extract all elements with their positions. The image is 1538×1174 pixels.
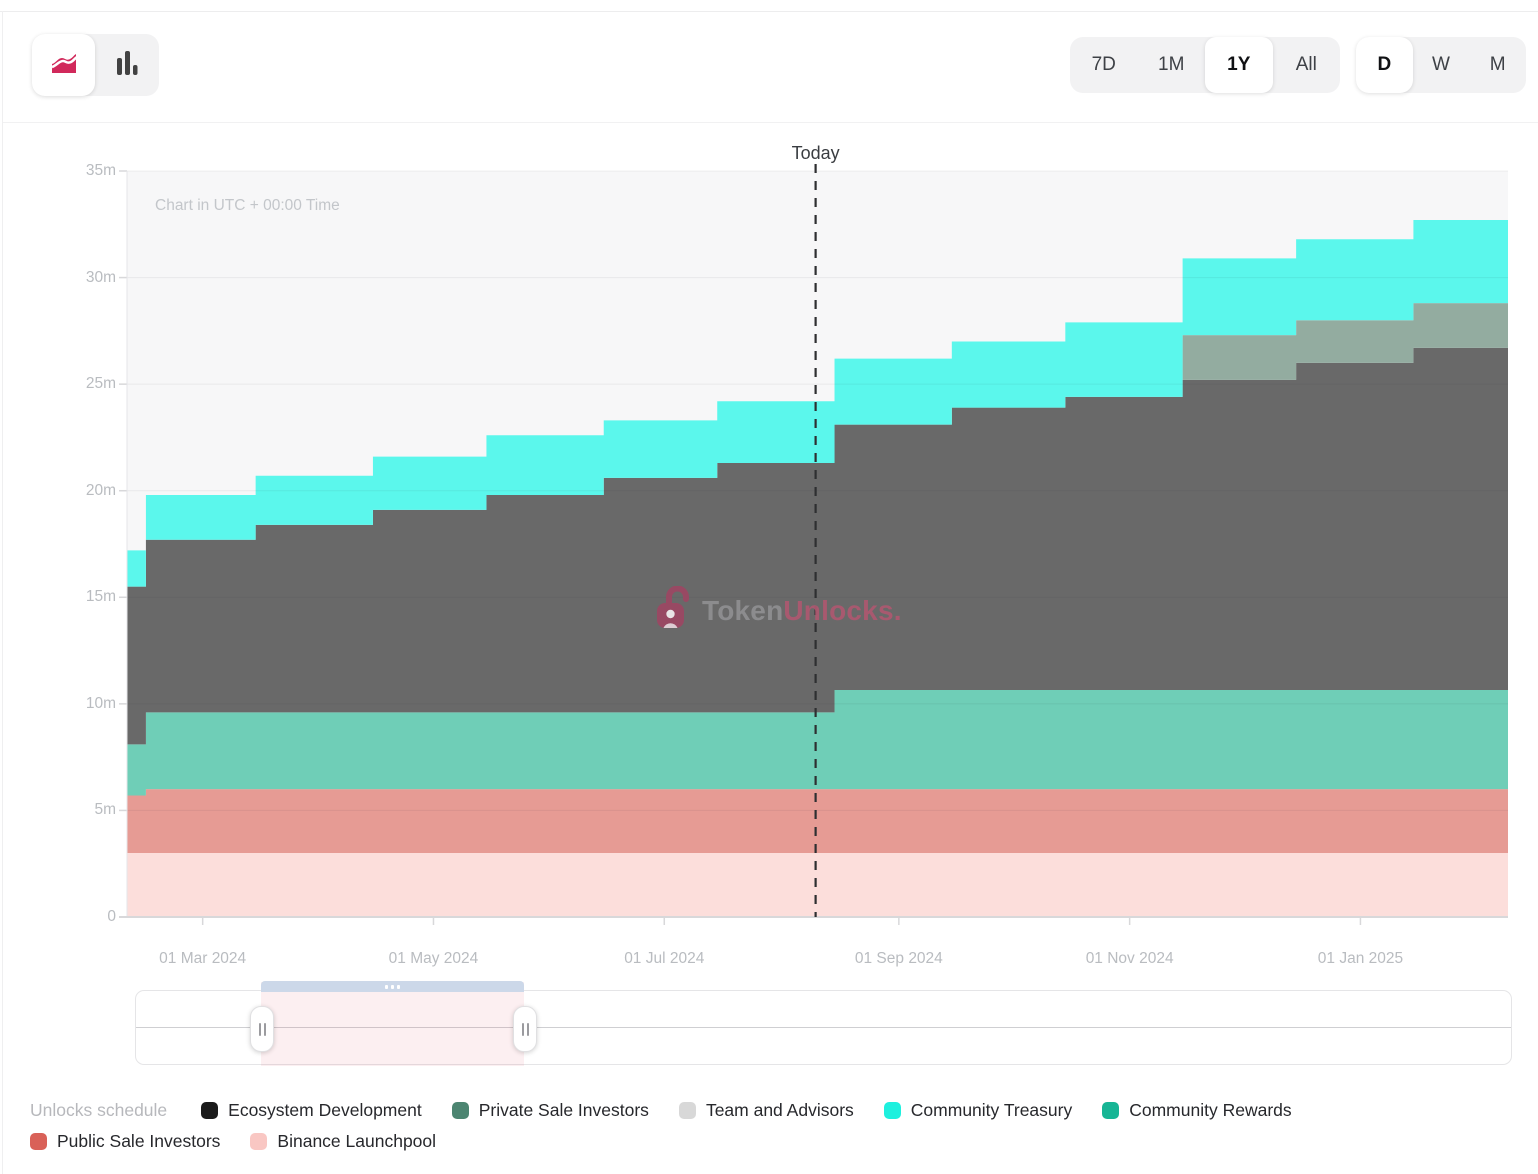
legend-item-private-sale-investors[interactable]: Private Sale Investors [452,1100,649,1121]
y-axis-label: 20m [86,482,116,500]
today-label: Today [792,143,840,164]
legend-swatch [30,1133,47,1150]
navigator-right-handle[interactable] [513,1006,537,1052]
area-series-ecosystem-development [127,348,1508,744]
y-axis-label: 15m [86,588,116,606]
legend-item-binance-launchpool[interactable]: Binance Launchpool [250,1131,436,1152]
legend-swatch [884,1102,901,1119]
legend-swatch [201,1102,218,1119]
token-unlocks-lock-icon [655,586,693,635]
navigator-drag-cap[interactable] [261,981,524,992]
area-series-community-treasury [127,220,1508,587]
legend-item-team-and-advisors[interactable]: Team and Advisors [679,1100,854,1121]
area-series-binance-launchpool [127,853,1508,917]
legend-item-public-sale-investors[interactable]: Public Sale Investors [30,1131,220,1152]
x-axis-label: 01 May 2024 [389,950,479,968]
y-axis-label: 5m [94,801,116,819]
x-axis-label: 01 Jul 2024 [624,950,704,968]
legend-swatch [1102,1102,1119,1119]
y-axis-label: 25m [86,375,116,393]
legend: Unlocks schedule Ecosystem Development Pr… [30,1100,1510,1152]
legend-label: Team and Advisors [706,1100,854,1121]
navigator-left-handle[interactable] [250,1006,274,1052]
legend-item-community-rewards[interactable]: Community Rewards [1102,1100,1291,1121]
utc-timezone-note: Chart in UTC + 00:00 Time [155,197,340,215]
legend-label: Binance Launchpool [277,1131,436,1152]
x-axis-label: 01 Sep 2024 [855,950,943,968]
token-unlocks-panel: 7D1M1YAll DWM Today Chart in UTC + 00:00… [0,0,1538,1174]
area-series-private-sale-investors [127,303,1508,586]
y-axis-label: 30m [86,269,116,287]
legend-label: Ecosystem Development [228,1100,422,1121]
legend-swatch [452,1102,469,1119]
area-series-public-sale-investors [127,789,1508,853]
watermark: TokenUnlocks. [655,586,902,635]
navigator-selected-range[interactable] [261,982,524,1066]
y-axis-label: 0 [107,908,116,926]
legend-label: Community Rewards [1129,1100,1291,1121]
legend-item-ecosystem-development[interactable]: Ecosystem Development [201,1100,422,1121]
x-axis-label: 01 Mar 2024 [159,950,246,968]
legend-label: Community Treasury [911,1100,1072,1121]
range-navigator[interactable] [135,990,1512,1065]
y-axis-label: 10m [86,695,116,713]
watermark-text: TokenUnlocks. [702,595,902,627]
plot-background [127,171,1508,917]
legend-title: Unlocks schedule [30,1100,167,1121]
legend-swatch [250,1133,267,1150]
x-axis-label: 01 Nov 2024 [1086,950,1174,968]
y-axis-label: 35m [86,162,116,180]
legend-label: Public Sale Investors [57,1131,220,1152]
area-series-team-and-advisors [127,303,1508,586]
legend-item-community-treasury[interactable]: Community Treasury [884,1100,1072,1121]
area-series-community-rewards [127,690,1508,796]
x-axis-label: 01 Jan 2025 [1318,950,1403,968]
legend-swatch [679,1102,696,1119]
legend-label: Private Sale Investors [479,1100,649,1121]
